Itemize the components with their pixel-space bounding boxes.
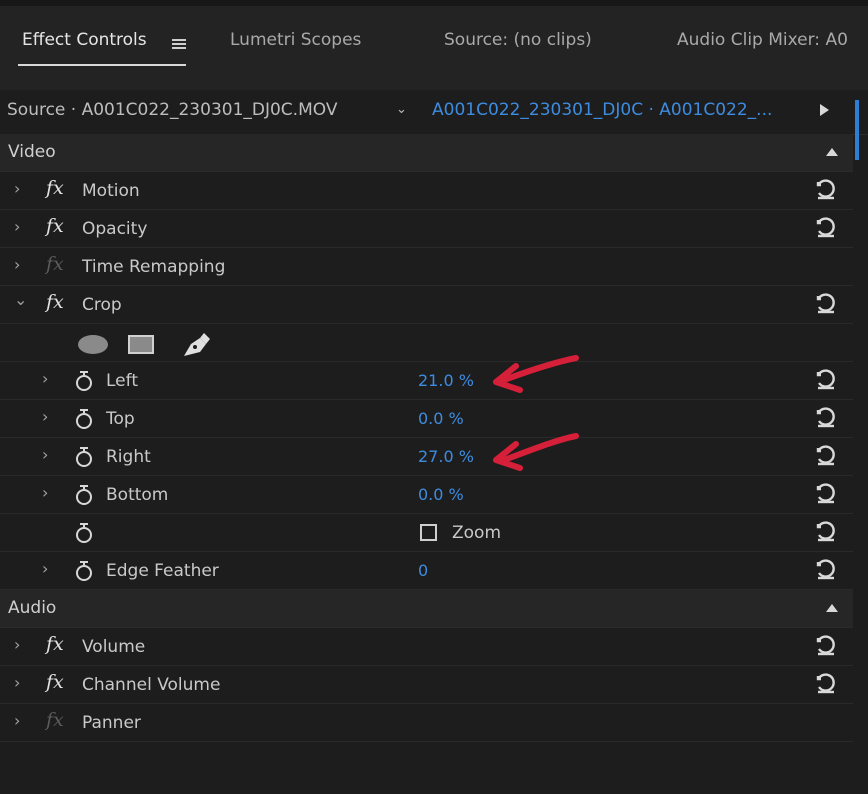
chevron-right-icon[interactable]: ›: [14, 673, 20, 692]
stopwatch-icon[interactable]: [74, 370, 94, 392]
effect-row-motion[interactable]: › fx Motion: [0, 172, 853, 210]
rectangle-mask-icon[interactable]: [128, 335, 154, 354]
tab-audio-clip-mixer[interactable]: Audio Clip Mixer: A0: [677, 30, 848, 50]
reset-icon[interactable]: [814, 482, 838, 506]
zoom-checkbox-label[interactable]: Zoom: [452, 523, 501, 543]
tab-lumetri-scopes[interactable]: Lumetri Scopes: [230, 30, 361, 50]
effect-name: Panner: [82, 713, 141, 733]
stopwatch-icon[interactable]: [74, 408, 94, 430]
effect-row-channel-volume[interactable]: › fx Channel Volume: [0, 666, 853, 704]
crop-property-left[interactable]: › Left 21.0 %: [0, 362, 853, 400]
annotation-arrow-icon: [493, 433, 579, 471]
effect-name: Opacity: [82, 219, 148, 239]
chevron-right-icon[interactable]: ›: [42, 445, 48, 464]
stopwatch-icon[interactable]: [74, 522, 94, 544]
effect-row-panner[interactable]: › fx Panner: [0, 704, 853, 742]
pen-mask-icon[interactable]: [180, 330, 212, 358]
chevron-right-icon[interactable]: ›: [42, 407, 48, 426]
stopwatch-icon[interactable]: [74, 446, 94, 468]
chevron-right-icon[interactable]: ›: [42, 559, 48, 578]
reset-icon[interactable]: [814, 216, 838, 240]
reset-icon[interactable]: [814, 368, 838, 392]
effect-row-crop[interactable]: ⌄ fx Crop: [0, 286, 853, 324]
property-label: Top: [106, 409, 135, 429]
property-label: Left: [106, 371, 138, 391]
chevron-right-icon[interactable]: ›: [14, 179, 20, 198]
chevron-down-icon[interactable]: ⌄: [396, 102, 407, 117]
property-value[interactable]: 27.0 %: [418, 447, 474, 466]
reset-icon[interactable]: [814, 406, 838, 430]
panel-menu-icon[interactable]: [172, 39, 186, 49]
chevron-right-icon[interactable]: ›: [14, 711, 20, 730]
reset-icon[interactable]: [814, 178, 838, 202]
tab-source[interactable]: Source: (no clips): [444, 30, 592, 50]
chevron-right-icon[interactable]: ›: [14, 255, 20, 274]
stopwatch-icon[interactable]: [74, 560, 94, 582]
zoom-checkbox[interactable]: [420, 524, 437, 541]
tab-effect-controls[interactable]: Effect Controls: [22, 30, 147, 50]
crop-property-bottom[interactable]: › Bottom 0.0 %: [0, 476, 853, 514]
property-value[interactable]: 0.0 %: [418, 409, 464, 428]
property-value[interactable]: 0: [418, 561, 428, 580]
crop-property-zoom[interactable]: Zoom: [0, 514, 853, 552]
reset-icon[interactable]: [814, 672, 838, 696]
effect-row-volume[interactable]: › fx Volume: [0, 628, 853, 666]
timeline-edge-indicator: [855, 100, 859, 160]
panel-tab-bar: Effect Controls Lumetri Scopes Source: (…: [0, 0, 868, 90]
fx-icon: fx: [46, 253, 64, 275]
crop-property-right[interactable]: › Right 27.0 %: [0, 438, 853, 476]
effect-name: Motion: [82, 181, 140, 201]
fx-icon: fx: [46, 709, 64, 731]
effect-name: Channel Volume: [82, 675, 221, 695]
chevron-right-icon[interactable]: ›: [14, 217, 20, 236]
fx-icon[interactable]: fx: [46, 291, 64, 313]
ellipse-mask-icon[interactable]: [78, 335, 108, 354]
stopwatch-icon[interactable]: [74, 484, 94, 506]
property-value[interactable]: 0.0 %: [418, 485, 464, 504]
property-label: Right: [106, 447, 151, 467]
fx-icon[interactable]: fx: [46, 671, 64, 693]
property-label: Edge Feather: [106, 561, 219, 581]
chevron-right-icon[interactable]: ›: [42, 483, 48, 502]
effect-row-time-remapping[interactable]: › fx Time Remapping: [0, 248, 853, 286]
crop-property-edge-feather[interactable]: › Edge Feather 0: [0, 552, 853, 590]
crop-mask-tools-row: [0, 324, 853, 362]
sequence-clip-selector[interactable]: A001C022_230301_DJ0C · A001C022_...: [432, 100, 772, 120]
collapse-up-icon[interactable]: [826, 148, 838, 156]
fx-icon[interactable]: fx: [46, 215, 64, 237]
annotation-arrow-icon: [493, 355, 579, 393]
source-sequence-bar: Source · A001C022_230301_DJ0C.MOV ⌄ A001…: [0, 90, 868, 135]
video-section-header[interactable]: Video: [0, 134, 853, 172]
effect-name: Volume: [82, 637, 146, 657]
audio-section-header[interactable]: Audio: [0, 590, 853, 628]
active-tab-underline: [18, 64, 186, 66]
chevron-right-icon[interactable]: ›: [42, 369, 48, 388]
property-label: Bottom: [106, 485, 169, 505]
effect-name: Time Remapping: [82, 257, 226, 277]
fx-icon[interactable]: fx: [46, 177, 64, 199]
crop-property-top[interactable]: › Top 0.0 %: [0, 400, 853, 438]
effect-row-opacity[interactable]: › fx Opacity: [0, 210, 853, 248]
reset-icon[interactable]: [814, 558, 838, 582]
chevron-right-icon[interactable]: ›: [14, 635, 20, 654]
effect-name: Crop: [82, 295, 122, 315]
chevron-down-icon[interactable]: ⌄: [14, 290, 27, 309]
effect-controls-panel: Effect Controls Lumetri Scopes Source: (…: [0, 0, 868, 794]
reset-icon[interactable]: [814, 444, 838, 468]
reset-icon[interactable]: [814, 292, 838, 316]
reset-icon[interactable]: [814, 634, 838, 658]
play-triangle-icon[interactable]: [820, 104, 829, 116]
collapse-up-icon[interactable]: [826, 604, 838, 612]
reset-icon[interactable]: [814, 520, 838, 544]
video-section-title: Video: [8, 142, 56, 162]
source-clip-label: Source · A001C022_230301_DJ0C.MOV: [7, 100, 338, 120]
audio-section-title: Audio: [8, 598, 57, 618]
fx-icon[interactable]: fx: [46, 633, 64, 655]
property-value[interactable]: 21.0 %: [418, 371, 474, 390]
